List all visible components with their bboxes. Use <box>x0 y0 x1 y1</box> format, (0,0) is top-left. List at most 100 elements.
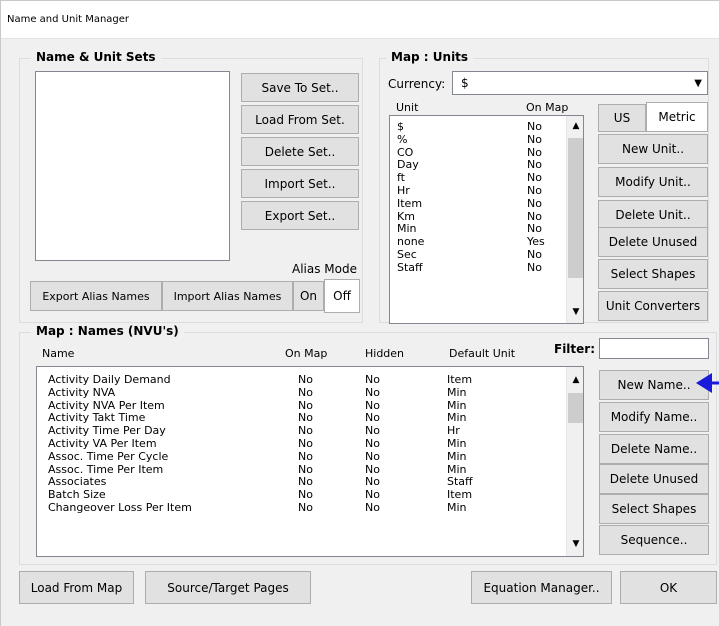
unit-onmap-cell: No <box>527 196 542 210</box>
load-from-map-button[interactable]: Load From Map <box>19 571 134 604</box>
unit-cell: Sec <box>397 247 417 261</box>
name-default-unit-cell: Min <box>447 500 467 514</box>
sets-listbox[interactable] <box>35 71 230 261</box>
new-unit-button[interactable]: New Unit.. <box>598 134 708 164</box>
equation-manager-button[interactable]: Equation Manager.. <box>471 571 612 604</box>
name-hidden-cell: No <box>365 373 380 386</box>
unit-cell: $ <box>397 120 404 133</box>
delete-unit-button[interactable]: Delete Unit.. <box>598 200 708 230</box>
name-default-unit-cell: Min <box>447 449 467 463</box>
units-listbox[interactable]: $ No% No CO No Day No ft No Hr No Item No Km No Min No no… <box>389 115 584 324</box>
unit-row[interactable]: Hr No <box>397 183 567 198</box>
title-bar: Name and Unit Manager <box>1 1 719 39</box>
names-col-name: Name <box>42 347 75 360</box>
import-alias-names-button[interactable]: Import Alias Names <box>162 281 293 311</box>
names-scrollbar[interactable]: ▲ ▼ <box>566 367 583 556</box>
name-onmap-cell: No <box>298 449 313 463</box>
source-target-pages-button[interactable]: Source/Target Pages <box>145 571 311 604</box>
ok-button[interactable]: OK <box>620 571 717 604</box>
scroll-down-icon[interactable]: ▼ <box>569 537 583 551</box>
new-name-button[interactable]: New Name.. <box>599 370 709 400</box>
scroll-up-icon[interactable]: ▲ <box>569 119 583 133</box>
units-list: $ No% No CO No Day No ft No Hr No Item No Km No Min No no… <box>397 120 567 275</box>
modify-name-button[interactable]: Modify Name.. <box>599 402 709 432</box>
unit-cell: % <box>397 132 408 146</box>
delete-unused-names-button[interactable]: Delete Unused <box>599 464 709 494</box>
unit-row[interactable]: Staff No <box>397 260 567 275</box>
delete-set-button[interactable]: Delete Set.. <box>241 137 359 166</box>
unit-onmap-cell: No <box>527 247 542 261</box>
unit-row[interactable]: $ No <box>397 120 567 134</box>
currency-select[interactable]: $ ▼ <box>452 71 708 95</box>
name-row[interactable]: Activity VA Per Item No No Min <box>48 436 558 451</box>
scroll-down-icon[interactable]: ▼ <box>569 305 583 319</box>
units-col-onmap: On Map <box>526 101 569 114</box>
unit-onmap-cell: No <box>527 120 542 133</box>
name-default-unit-cell: Item <box>447 373 473 386</box>
unit-onmap-cell: No <box>527 260 542 274</box>
unit-row[interactable]: % No <box>397 132 567 147</box>
names-col-onmap: On Map <box>285 347 328 360</box>
map-names-title: Map : Names (NVU's) <box>31 324 184 338</box>
unit-converters-button[interactable]: Unit Converters <box>598 291 708 321</box>
unit-cell: Item <box>397 196 423 210</box>
name-row[interactable]: Activity NVA No No Min <box>48 385 558 400</box>
unit-cell: Hr <box>397 183 410 197</box>
save-to-set-button[interactable]: Save To Set.. <box>241 73 359 102</box>
unit-row[interactable]: Item No <box>397 196 567 211</box>
pointer-arrow-icon <box>696 373 719 393</box>
filter-label: Filter: <box>554 342 596 356</box>
name-unit-sets-title: Name & Unit Sets <box>31 50 161 64</box>
delete-name-button[interactable]: Delete Name.. <box>599 434 709 464</box>
name-onmap-cell: No <box>298 436 313 450</box>
window-title: Name and Unit Manager <box>7 14 130 25</box>
import-set-button[interactable]: Import Set.. <box>241 169 359 198</box>
modify-unit-button[interactable]: Modify Unit.. <box>598 167 708 197</box>
tab-us[interactable]: US <box>598 104 646 132</box>
scroll-up-icon[interactable]: ▲ <box>569 373 583 387</box>
unit-onmap-cell: No <box>527 132 542 146</box>
name-cell: Activity NVA <box>48 385 116 399</box>
names-col-default-unit: Default Unit <box>449 347 516 360</box>
name-hidden-cell: No <box>365 500 380 514</box>
name-cell: Activity VA Per Item <box>48 436 157 450</box>
pointer-arrow-head <box>696 373 712 393</box>
units-col-unit: Unit <box>396 101 419 114</box>
name-row[interactable]: Assoc. Time Per Cycle No No Min <box>48 449 558 464</box>
select-shapes-units-button[interactable]: Select Shapes <box>598 259 708 289</box>
name-cell: Assoc. Time Per Cycle <box>48 449 169 463</box>
chevron-down-icon: ▼ <box>694 78 702 89</box>
name-onmap-cell: No <box>298 385 313 399</box>
units-scrollbar[interactable]: ▲ ▼ <box>566 116 583 323</box>
alias-on-toggle[interactable]: On <box>293 281 324 311</box>
alias-off-toggle[interactable]: Off <box>324 279 360 313</box>
name-hidden-cell: No <box>365 436 380 450</box>
filter-input[interactable] <box>599 338 709 359</box>
tab-metric[interactable]: Metric <box>646 102 708 132</box>
names-listbox[interactable]: Activity Daily Demand No No Item Activity NV… <box>36 366 584 557</box>
name-row[interactable]: Activity Daily Demand No No Item <box>48 373 558 387</box>
names-col-hidden: Hidden <box>365 347 405 360</box>
delete-unused-units-button[interactable]: Delete Unused <box>598 227 708 257</box>
name-row[interactable]: Changeover Loss Per Item No No Min <box>48 500 558 515</box>
name-onmap-cell: No <box>298 500 313 514</box>
select-shapes-names-button[interactable]: Select Shapes <box>599 494 709 524</box>
units-scroll-thumb[interactable] <box>568 138 583 278</box>
load-from-set-button[interactable]: Load From Set. <box>241 105 359 134</box>
export-set-button[interactable]: Export Set.. <box>241 201 359 230</box>
export-alias-names-button[interactable]: Export Alias Names <box>30 281 162 311</box>
map-units-title: Map : Units <box>386 50 474 64</box>
unit-onmap-cell: No <box>527 183 542 197</box>
unit-row[interactable]: Sec No <box>397 247 567 262</box>
name-cell: Activity Daily Demand <box>48 373 171 386</box>
alias-mode-label: Alias Mode <box>292 262 357 276</box>
unit-cell: Staff <box>397 260 423 274</box>
names-list: Activity Daily Demand No No Item Activity NV… <box>48 373 558 515</box>
name-hidden-cell: No <box>365 449 380 463</box>
sequence-button[interactable]: Sequence.. <box>599 525 709 555</box>
currency-value: $ <box>461 76 469 90</box>
name-default-unit-cell: Min <box>447 436 467 450</box>
currency-label: Currency: <box>388 77 446 91</box>
names-scroll-thumb[interactable] <box>568 393 583 423</box>
name-unit-manager-dialog: Name and Unit Manager Name & Unit Sets S… <box>0 0 719 626</box>
